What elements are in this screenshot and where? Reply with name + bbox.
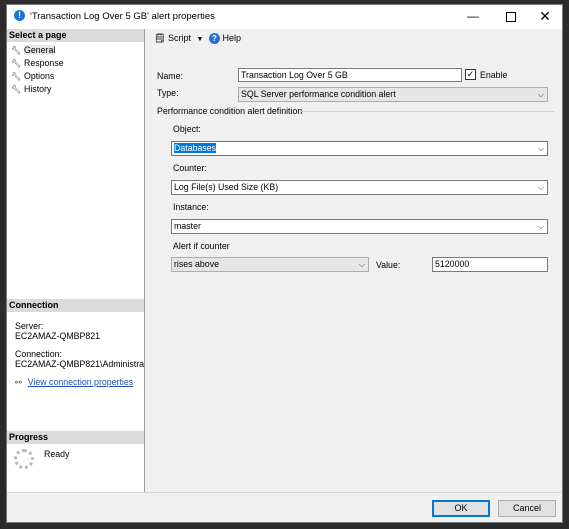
maximize-icon: [506, 11, 516, 22]
progress-status: Ready: [44, 449, 70, 459]
connection-value: EC2AMAZ-QMBP821\Administrator: [15, 359, 144, 369]
select-page-header: Select a page: [7, 29, 144, 42]
instance-label: Instance:: [173, 202, 209, 212]
left-pane: Select a page 🔧︎ General 🔧︎ Response 🔧︎ Opt…: [7, 29, 145, 492]
page-item-general[interactable]: 🔧︎ General: [11, 44, 56, 56]
progress-header: Progress: [7, 431, 144, 444]
alert-if-label: Alert if counter: [173, 241, 230, 251]
wrench-icon: 🔧︎: [11, 59, 22, 68]
footer-divider: [7, 492, 562, 493]
name-label: Name:: [157, 71, 183, 81]
chevron-down-icon: ⌵: [537, 222, 544, 231]
server-label: Server:: [15, 321, 44, 331]
alert-if-select[interactable]: rises above ⌵: [171, 257, 369, 272]
progress-spinner-icon: [14, 449, 34, 469]
minimize-button[interactable]: —: [456, 5, 490, 29]
script-icon: 🗒︎: [154, 33, 166, 43]
help-button[interactable]: ? Help: [209, 33, 241, 45]
checkmark-icon: ✓: [466, 69, 475, 79]
page-item-response[interactable]: 🔧︎ Response: [11, 57, 64, 69]
group-title: Performance condition alert definition: [157, 106, 303, 116]
script-button[interactable]: 🗒︎ Script ▼: [154, 33, 203, 44]
chevron-down-icon: ⌵: [537, 183, 544, 192]
window-title: 'Transaction Log Over 5 GB' alert proper…: [30, 11, 215, 22]
wrench-icon: 🔧︎: [11, 85, 22, 94]
chevron-down-icon: ▼: [196, 36, 204, 43]
name-input[interactable]: Transaction Log Over 5 GB: [238, 68, 462, 82]
counter-select[interactable]: Log File(s) Used Size (KB) ⌵: [171, 180, 548, 195]
wrench-icon: 🔧︎: [11, 72, 22, 81]
info-icon: !: [14, 10, 25, 21]
close-button[interactable]: ✕: [528, 5, 562, 29]
chevron-down-icon: ⌵: [537, 144, 544, 153]
value-input[interactable]: 5120000: [432, 257, 548, 272]
enable-label: Enable: [480, 70, 508, 80]
counter-label: Counter:: [173, 163, 207, 173]
object-label: Object:: [173, 124, 201, 134]
object-select[interactable]: Databases ⌵: [171, 141, 548, 156]
page-item-history[interactable]: 🔧︎ History: [11, 83, 51, 95]
type-select[interactable]: SQL Server performance condition alert ⌵: [238, 87, 548, 102]
connection-label: Connection:: [15, 349, 62, 359]
type-label: Type:: [157, 88, 179, 98]
group-divider: [301, 111, 554, 112]
instance-select[interactable]: master ⌵: [171, 219, 548, 234]
server-value: EC2AMAZ-QMBP821: [15, 331, 101, 341]
value-label: Value:: [376, 260, 401, 270]
help-icon: ?: [209, 33, 220, 45]
chevron-down-icon: ⌵: [358, 260, 365, 269]
title-bar: ! 'Transaction Log Over 5 GB' alert prop…: [7, 5, 562, 29]
ok-button[interactable]: OK: [432, 500, 490, 517]
connection-header: Connection: [7, 299, 144, 312]
connection-properties-icon: ⚯: [15, 378, 22, 387]
wrench-icon: 🔧︎: [11, 46, 22, 55]
view-connection-properties[interactable]: ⚯ View connection properties: [15, 377, 133, 387]
maximize-button[interactable]: [494, 5, 528, 29]
alert-properties-window: ! 'Transaction Log Over 5 GB' alert prop…: [6, 4, 563, 523]
enable-checkbox[interactable]: ✓: [465, 69, 476, 80]
chevron-down-icon: ⌵: [537, 90, 544, 99]
cancel-button[interactable]: Cancel: [498, 500, 556, 517]
page-item-options[interactable]: 🔧︎ Options: [11, 70, 54, 82]
